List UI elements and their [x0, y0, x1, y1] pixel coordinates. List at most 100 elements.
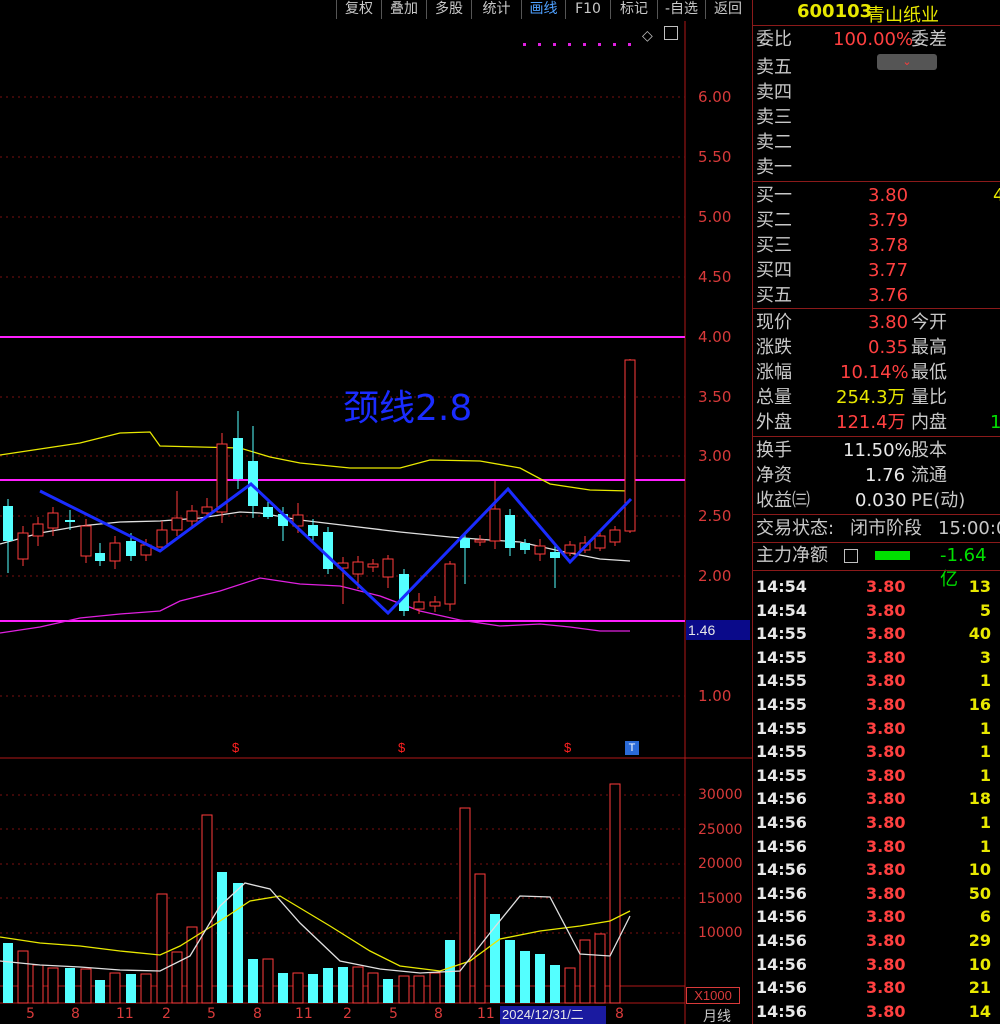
tick-row: 14:56 3.80 14	[753, 1000, 1000, 1024]
dividend-marker[interactable]: $	[232, 740, 239, 755]
candle-body	[65, 520, 75, 522]
candle-body	[474, 539, 486, 543]
tick-volume: 5	[979, 600, 991, 620]
tick-volume: 3	[979, 647, 991, 667]
stat-value: 1	[990, 412, 1000, 433]
tick-row: 14:56 3.80 1	[753, 835, 1000, 859]
period-label[interactable]: 月线	[703, 1006, 731, 1024]
sell-level-label: 卖五	[756, 57, 792, 78]
tick-volume: 10	[968, 860, 991, 880]
volume-bar	[248, 959, 258, 1003]
volume-bar	[292, 972, 304, 1004]
divider	[753, 570, 1000, 571]
divider	[753, 308, 1000, 309]
volume-bar	[367, 972, 379, 1004]
watchlist-button[interactable]: -自选	[657, 0, 705, 19]
buy-level-volume: 4	[993, 185, 1000, 206]
sell-level-label: 卖二	[756, 132, 792, 153]
commission-ratio-label: 委比	[756, 29, 792, 50]
buy-level-price: 3.80	[868, 185, 909, 206]
x-tick-label: 8	[434, 1006, 443, 1022]
tick-row: 14:55 3.80 1	[753, 669, 1000, 693]
x-tick-label: 8	[71, 1006, 80, 1022]
price-tick-label: 1.00	[698, 687, 732, 705]
candle-body	[171, 517, 183, 531]
volume-tick-label: 25000	[698, 822, 743, 838]
candle-body	[564, 544, 576, 554]
dividend-marker[interactable]: $	[564, 740, 571, 755]
stat-label: 股本	[911, 440, 947, 461]
mark-button[interactable]: 标记	[610, 0, 657, 19]
statistics-button[interactable]: 统计	[471, 0, 521, 19]
volume-bar	[338, 967, 348, 1003]
tick-time: 14:56	[756, 954, 807, 974]
dividend-marker[interactable]: $	[398, 740, 405, 755]
fuquan-button[interactable]: 复权	[336, 0, 381, 19]
volume-bar	[535, 954, 545, 1003]
tick-row: 14:55 3.80 16	[753, 693, 1000, 717]
stat-value: 10.14%	[840, 362, 909, 383]
calendar-icon[interactable]	[844, 549, 858, 563]
volume-bar	[564, 967, 576, 1004]
stat-label: 现价	[756, 312, 792, 333]
tick-price: 3.80	[866, 789, 906, 809]
volume-bar	[156, 893, 168, 1004]
volume-bar	[47, 967, 59, 1004]
tick-time: 14:56	[756, 813, 807, 832]
stat-label: 今开	[911, 312, 947, 333]
tick-price: 3.80	[866, 931, 906, 950]
commission-diff-label: 委差	[911, 29, 947, 50]
diamond-icon[interactable]: ◇	[642, 27, 653, 44]
x-tick-label: 11	[295, 1006, 313, 1022]
volume-bar	[201, 814, 213, 1004]
tick-price: 3.80	[866, 600, 906, 620]
window-toggle-icon[interactable]	[664, 26, 678, 40]
marker-dot	[628, 43, 631, 46]
tick-time: 14:56	[756, 860, 807, 880]
f10-button[interactable]: F10	[565, 0, 610, 19]
buy-level-price: 3.79	[868, 210, 909, 231]
price-tick-label: 3.00	[698, 447, 732, 465]
sell-level-label: 卖一	[756, 157, 792, 178]
kline-chart[interactable]: 6.00 5.50 5.00 4.50 4.00 3.50 3.00 2.50 …	[0, 21, 752, 1024]
tick-volume: 13	[968, 577, 991, 596]
volume-tick-label: 15000	[698, 891, 743, 907]
price-tick-label: 2.50	[698, 507, 732, 525]
candle-body	[534, 545, 546, 555]
ma-line-yellow	[0, 431, 631, 492]
back-button[interactable]: 返回	[705, 0, 750, 19]
tick-time: 14:55	[756, 718, 807, 738]
x-tick-label: 2	[162, 1006, 171, 1022]
tick-volume: 1	[979, 836, 991, 856]
volume-bar	[459, 807, 471, 1004]
main-flow-label: 主力净额	[756, 545, 828, 566]
tick-price: 3.80	[866, 765, 906, 785]
volume-bar	[80, 968, 92, 1004]
volume-bar	[65, 968, 75, 1003]
tick-time: 14:55	[756, 671, 807, 691]
tick-volume: 1	[979, 671, 991, 691]
tick-row: 14:55 3.80 40	[753, 622, 1000, 646]
x-tick-label: 5	[26, 1006, 35, 1022]
tick-volume: 1	[979, 765, 991, 785]
t-marker-icon[interactable]: T	[625, 741, 639, 755]
tick-price: 3.80	[866, 624, 906, 644]
tick-volume: 40	[968, 624, 991, 644]
x-tick-label: 2	[343, 1006, 352, 1022]
divider	[753, 25, 1000, 26]
chevron-down-icon[interactable]: ⌄	[877, 54, 937, 70]
stat-label: PE(动)	[911, 490, 966, 511]
tick-volume: 16	[968, 695, 991, 714]
tick-row: 14:55 3.80 1	[753, 764, 1000, 788]
multi-stock-button[interactable]: 多股	[426, 0, 471, 19]
candle-body	[505, 515, 515, 548]
candle-body	[520, 543, 530, 550]
tick-price: 3.80	[866, 907, 906, 927]
volume-bar	[398, 975, 410, 1004]
main-flow-value: -1.64亿	[940, 545, 987, 590]
draw-line-button[interactable]: 画线	[521, 0, 565, 19]
volume-bar	[429, 972, 441, 1004]
neckline-annotation[interactable]: 颈线2.8	[343, 379, 472, 431]
overlay-button[interactable]: 叠加	[381, 0, 426, 19]
tick-time: 14:55	[756, 647, 807, 667]
